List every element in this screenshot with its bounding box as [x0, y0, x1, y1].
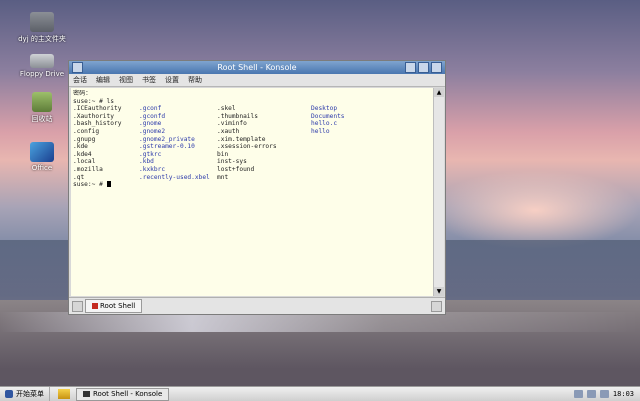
ls-column-3: .skel .thumbnails .viminfo .xauth .xim.templ… [217, 105, 277, 181]
home-folder-icon [30, 12, 54, 32]
volume-icon[interactable] [586, 390, 596, 398]
session-tab-bar: Root Shell [69, 297, 445, 314]
menu-bookmarks[interactable]: 书签 [142, 75, 156, 85]
window-titlebar[interactable]: Root Shell - Konsole [69, 61, 445, 74]
desktop-icon-home[interactable]: dyj 的主文件夹 [14, 12, 70, 44]
sky-glow [430, 170, 640, 250]
floppy-icon [30, 54, 54, 68]
quick-launch-icon[interactable] [58, 389, 70, 399]
terminal-line: 密码： [73, 90, 92, 97]
system-tray: 18:03 [573, 390, 640, 398]
konsole-icon [83, 391, 90, 397]
window-title: Root Shell - Konsole [217, 63, 297, 72]
close-tab-icon[interactable] [431, 301, 442, 312]
terminal-scrollbar[interactable]: ▲ ▼ [433, 88, 444, 296]
terminal-line: suse:~ # ls [73, 97, 114, 105]
taskbar: 开始菜单 Root Shell - Konsole 18:03 [0, 386, 640, 401]
new-tab-icon[interactable] [72, 301, 83, 312]
desktop-icon-office[interactable]: Office [14, 142, 70, 172]
text-cursor [106, 181, 111, 188]
clipboard-icon[interactable] [599, 390, 609, 398]
office-icon [30, 142, 54, 162]
tab-root-shell[interactable]: Root Shell [85, 299, 143, 313]
trash-icon [32, 92, 52, 112]
menu-session[interactable]: 会话 [73, 75, 87, 85]
scroll-down-icon[interactable]: ▼ [434, 287, 444, 296]
menu-settings[interactable]: 设置 [165, 75, 179, 85]
ls-output: .ICEauthority .Xauthority .bash_history .co… [73, 105, 431, 181]
desktop-icon-trash[interactable]: 回收站 [14, 92, 70, 124]
start-menu-button[interactable]: 开始菜单 [0, 387, 50, 401]
menu-help[interactable]: 帮助 [188, 75, 202, 85]
menu-bar: 会话 编辑 视图 书签 设置 帮助 [69, 74, 445, 87]
start-icon [5, 390, 13, 398]
clock[interactable]: 18:03 [613, 390, 634, 398]
wave [0, 312, 640, 332]
terminal-prompt: suse:~ # [73, 181, 431, 189]
ls-column-4: Desktop Documents hello.c hello [311, 105, 345, 135]
scroll-up-icon[interactable]: ▲ [434, 88, 444, 97]
root-shell-icon [92, 303, 98, 309]
ls-column-2: .gconf .gconfd .gnome .gnome2 .gnome2_privat… [139, 105, 210, 181]
menu-edit[interactable]: 编辑 [96, 75, 110, 85]
konsole-window: Root Shell - Konsole 会话 编辑 视图 书签 设置 帮助 密… [68, 60, 446, 315]
menu-view[interactable]: 视图 [119, 75, 133, 85]
ls-column-1: .ICEauthority .Xauthority .bash_history .co… [73, 105, 122, 181]
taskbar-task-konsole[interactable]: Root Shell - Konsole [76, 387, 170, 401]
terminal-area[interactable]: 密码： suse:~ # ls .ICEauthority .Xauthority… [71, 88, 433, 296]
desktop-icon-floppy[interactable]: Floppy Drive [14, 50, 70, 78]
network-icon[interactable] [573, 390, 583, 398]
